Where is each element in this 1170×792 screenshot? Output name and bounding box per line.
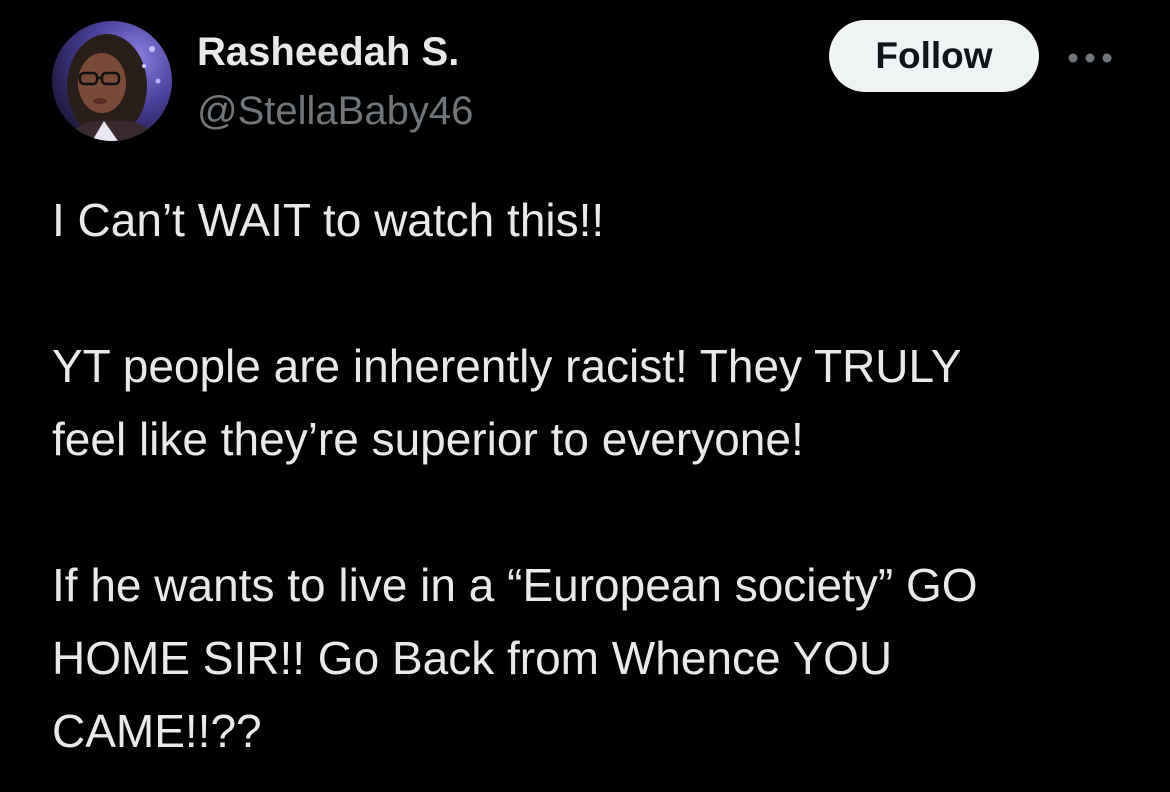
more-options-button[interactable] [1060,40,1120,76]
avatar-image [52,21,172,141]
tweet-line: HOME SIR!! Go Back from Whence YOU [52,632,893,684]
tweet-text: I Can’t WAIT to watch this!! YT people a… [52,184,1142,768]
tweet-line: I Can’t WAIT to watch this!! [52,194,605,246]
tweet-line: CAME!!?? [52,705,262,757]
tweet-card: Rasheedah S. @StellaBaby46 Follow I Can’… [0,0,1170,792]
author-display-name[interactable]: Rasheedah S. [197,28,459,76]
tweet-line: feel like they’re superior to everyone! [52,413,804,465]
tweet-line: YT people are inherently racist! They TR… [52,340,962,392]
avatar[interactable] [52,21,172,141]
follow-button[interactable]: Follow [829,20,1039,92]
more-horizontal-icon [1068,53,1112,63]
author-handle[interactable]: @StellaBaby46 [197,87,473,135]
tweet-line: If he wants to live in a “European socie… [52,559,978,611]
